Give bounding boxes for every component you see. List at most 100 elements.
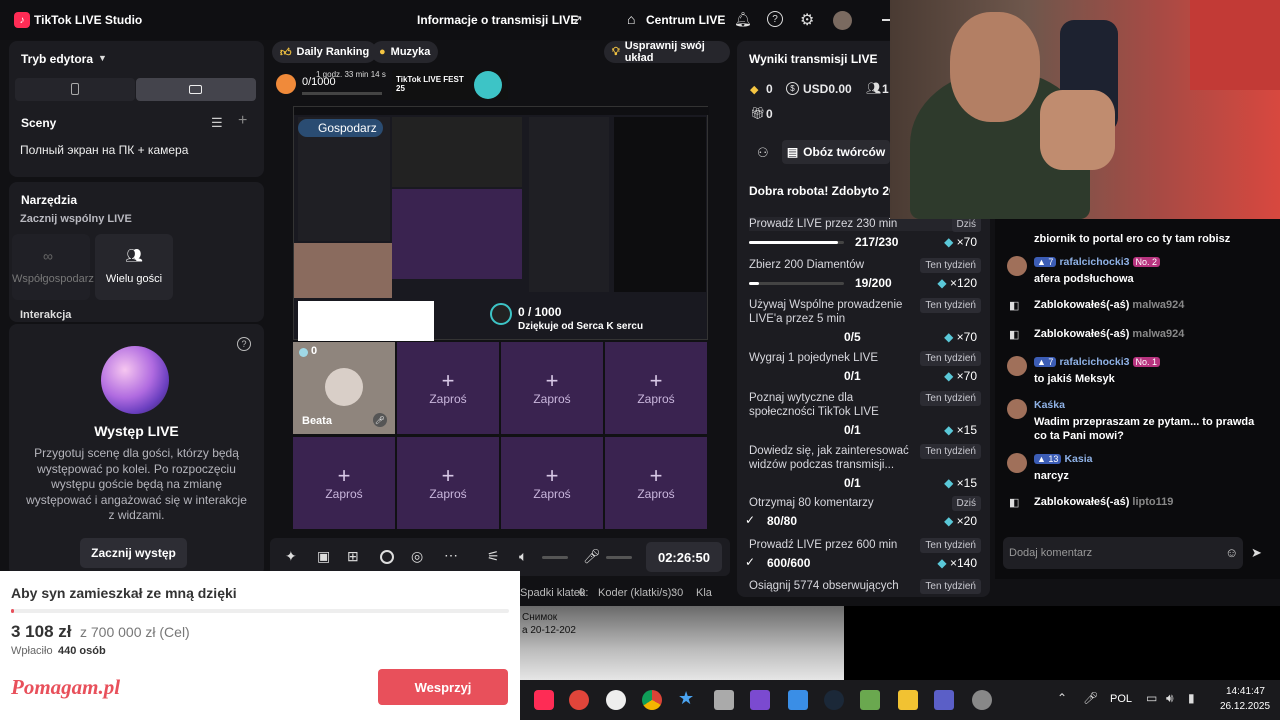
- avatar[interactable]: [833, 11, 852, 30]
- guest-slot-beata[interactable]: 0 Beata 🎤︎: [293, 342, 395, 434]
- chrome-icon[interactable]: [642, 690, 662, 710]
- chat-message: ▲ 7 rafalcichocki3 No. 2 afera podsłuchowa: [1007, 256, 1269, 286]
- app-icon-purple[interactable]: [750, 690, 770, 710]
- invite-slot[interactable]: + Zaproś: [605, 437, 707, 529]
- microphone-icon[interactable]: 🎤︎: [583, 548, 601, 565]
- steam-icon[interactable]: [824, 690, 844, 710]
- user-avatar[interactable]: [1007, 356, 1027, 376]
- settings-sliders-icon[interactable]: ⚟: [487, 548, 500, 565]
- task-progress: 0/1: [844, 369, 861, 383]
- daily-ranking-chip[interactable]: 👍︎ Daily Ranking: [272, 41, 378, 63]
- task-progress: 19/200: [855, 276, 892, 290]
- user-avatar[interactable]: [1007, 453, 1027, 473]
- thumb-icon: 👍︎: [280, 46, 292, 59]
- diamonds-value: 0: [766, 82, 773, 96]
- language-indicator[interactable]: POL: [1110, 693, 1132, 705]
- music-label: Muzyka: [390, 46, 431, 58]
- network-icon[interactable]: ▭: [1146, 691, 1157, 705]
- blocked-user[interactable]: lipto119: [1132, 496, 1173, 508]
- user-avatar[interactable]: [1007, 256, 1027, 276]
- microphone-icon[interactable]: 🎤︎: [373, 413, 387, 427]
- invite-slot[interactable]: + Zaproś: [605, 342, 707, 434]
- more-icon[interactable]: ⋯: [444, 547, 458, 564]
- chevron-up-icon[interactable]: ⌃: [1057, 691, 1067, 705]
- chat-username[interactable]: rafalcichocki3: [1059, 256, 1129, 268]
- daily-ranking-label: Daily Ranking: [296, 46, 370, 58]
- stream-info-link[interactable]: Informacje o transmisji LIVE: [417, 13, 578, 27]
- start-performance-button[interactable]: Zacznij występ: [80, 538, 187, 568]
- viewers-value: 1: [882, 82, 889, 96]
- multi-guest-button[interactable]: 👥︎ Wielu gości: [95, 234, 173, 300]
- speaker-tray-icon[interactable]: 🔊︎: [1166, 691, 1174, 706]
- emoji-icon[interactable]: ☺: [1225, 545, 1238, 560]
- scene-item[interactable]: Полный экран на ПК + камера: [20, 143, 188, 157]
- block-icon: ◧: [1009, 300, 1020, 312]
- gear-icon[interactable]: ⚙: [800, 10, 814, 30]
- invite-slot[interactable]: + Zaproś: [293, 437, 395, 529]
- star-app-icon[interactable]: ★: [678, 688, 694, 709]
- improve-layout-chip[interactable]: 💡︎ Usprawnij swój układ: [604, 40, 730, 64]
- minecraft-icon[interactable]: [860, 690, 880, 710]
- landscape-mode-button[interactable]: [136, 78, 256, 101]
- comment-input[interactable]: Dodaj komentarz ☺: [1003, 537, 1243, 569]
- donate-button[interactable]: Wesprzyj: [378, 669, 508, 705]
- minimize-icon[interactable]: [882, 19, 890, 21]
- chat-text: to jakiś Meksyk: [1034, 373, 1115, 385]
- chat-username[interactable]: Kasia: [1064, 453, 1092, 465]
- chat-text: narcyz: [1034, 470, 1069, 482]
- camera-switch-icon[interactable]: ◎: [411, 548, 423, 565]
- stream-preview-area: 👍︎ Daily Ranking ● Muzyka 💡︎ Usprawnij swój…: [270, 40, 730, 576]
- task-name: Używaj Wspólne prowadzenie LIVE'a przez …: [749, 299, 903, 325]
- send-icon[interactable]: ➤: [1251, 545, 1262, 561]
- share-icon[interactable]: ↗: [572, 12, 583, 28]
- bell-icon[interactable]: 🔔︎: [734, 11, 752, 28]
- clock-date[interactable]: 26.12.2025: [1220, 701, 1270, 712]
- goal-icon: [276, 74, 296, 94]
- blocked-user[interactable]: malwa924: [1132, 328, 1184, 340]
- chat-username[interactable]: rafalcichocki3: [1059, 356, 1129, 368]
- help-icon[interactable]: ?: [237, 337, 251, 351]
- payers-count: 440 osób: [58, 645, 106, 657]
- add-scene-icon[interactable]: +: [238, 112, 247, 130]
- record-icon[interactable]: [380, 550, 394, 564]
- invite-slot[interactable]: + Zaproś: [397, 437, 499, 529]
- volume-slider[interactable]: [542, 556, 568, 559]
- layout-icon[interactable]: ⊞: [347, 548, 359, 565]
- effects-icon[interactable]: ✦: [285, 548, 297, 565]
- help-icon[interactable]: ?: [767, 11, 783, 27]
- battery-icon[interactable]: ▮: [1188, 691, 1195, 705]
- chat-message: ◧ Zablokowałeś(-aś) lipto119: [1007, 496, 1269, 509]
- photos-icon[interactable]: [788, 690, 808, 710]
- speaker-icon[interactable]: 🔈︎: [519, 548, 527, 565]
- teams-icon[interactable]: [934, 690, 954, 710]
- phone-icon: [71, 83, 79, 95]
- cohost-button[interactable]: ∞ Współgospodarz: [12, 234, 94, 300]
- user-avatar[interactable]: [1007, 399, 1027, 419]
- clock-time[interactable]: 14:41:47: [1226, 686, 1265, 697]
- music-chip[interactable]: ● Muzyka: [371, 41, 439, 63]
- live-center-button[interactable]: Centrum LIVE: [646, 13, 725, 27]
- invite-label: Zaproś: [325, 487, 363, 501]
- tiktok-app-icon[interactable]: [534, 690, 554, 710]
- media-icon[interactable]: ▣: [317, 548, 330, 565]
- list-icon[interactable]: ☰: [211, 115, 223, 131]
- microphone-tray-icon[interactable]: 🎤︎: [1083, 691, 1098, 705]
- block-icon: ◧: [1009, 329, 1020, 341]
- system-text: Zablokowałeś(-aś): [1034, 328, 1130, 340]
- chat-username[interactable]: Kaśka: [1034, 399, 1065, 411]
- portrait-mode-button[interactable]: [15, 78, 135, 101]
- person-icon[interactable]: ⚇: [757, 145, 769, 161]
- mic-slider[interactable]: [606, 556, 632, 559]
- invite-slot[interactable]: + Zaproś: [501, 437, 603, 529]
- blocked-user[interactable]: malwa924: [1132, 299, 1184, 311]
- app-icon-n[interactable]: [606, 690, 626, 710]
- fest-label: TikTok LIVE FEST 25: [396, 75, 464, 93]
- app-icon-box[interactable]: [714, 690, 734, 710]
- app-icon-r[interactable]: [569, 690, 589, 710]
- creators-camp-button[interactable]: ▤ Obóz twórców: [782, 140, 890, 164]
- invite-slot[interactable]: + Zaproś: [501, 342, 603, 434]
- invite-slot[interactable]: + Zaproś: [397, 342, 499, 434]
- editor-mode-dropdown[interactable]: Tryb edytora: [21, 52, 93, 66]
- app-icon-notify[interactable]: [972, 690, 992, 710]
- media-app-icon[interactable]: [898, 690, 918, 710]
